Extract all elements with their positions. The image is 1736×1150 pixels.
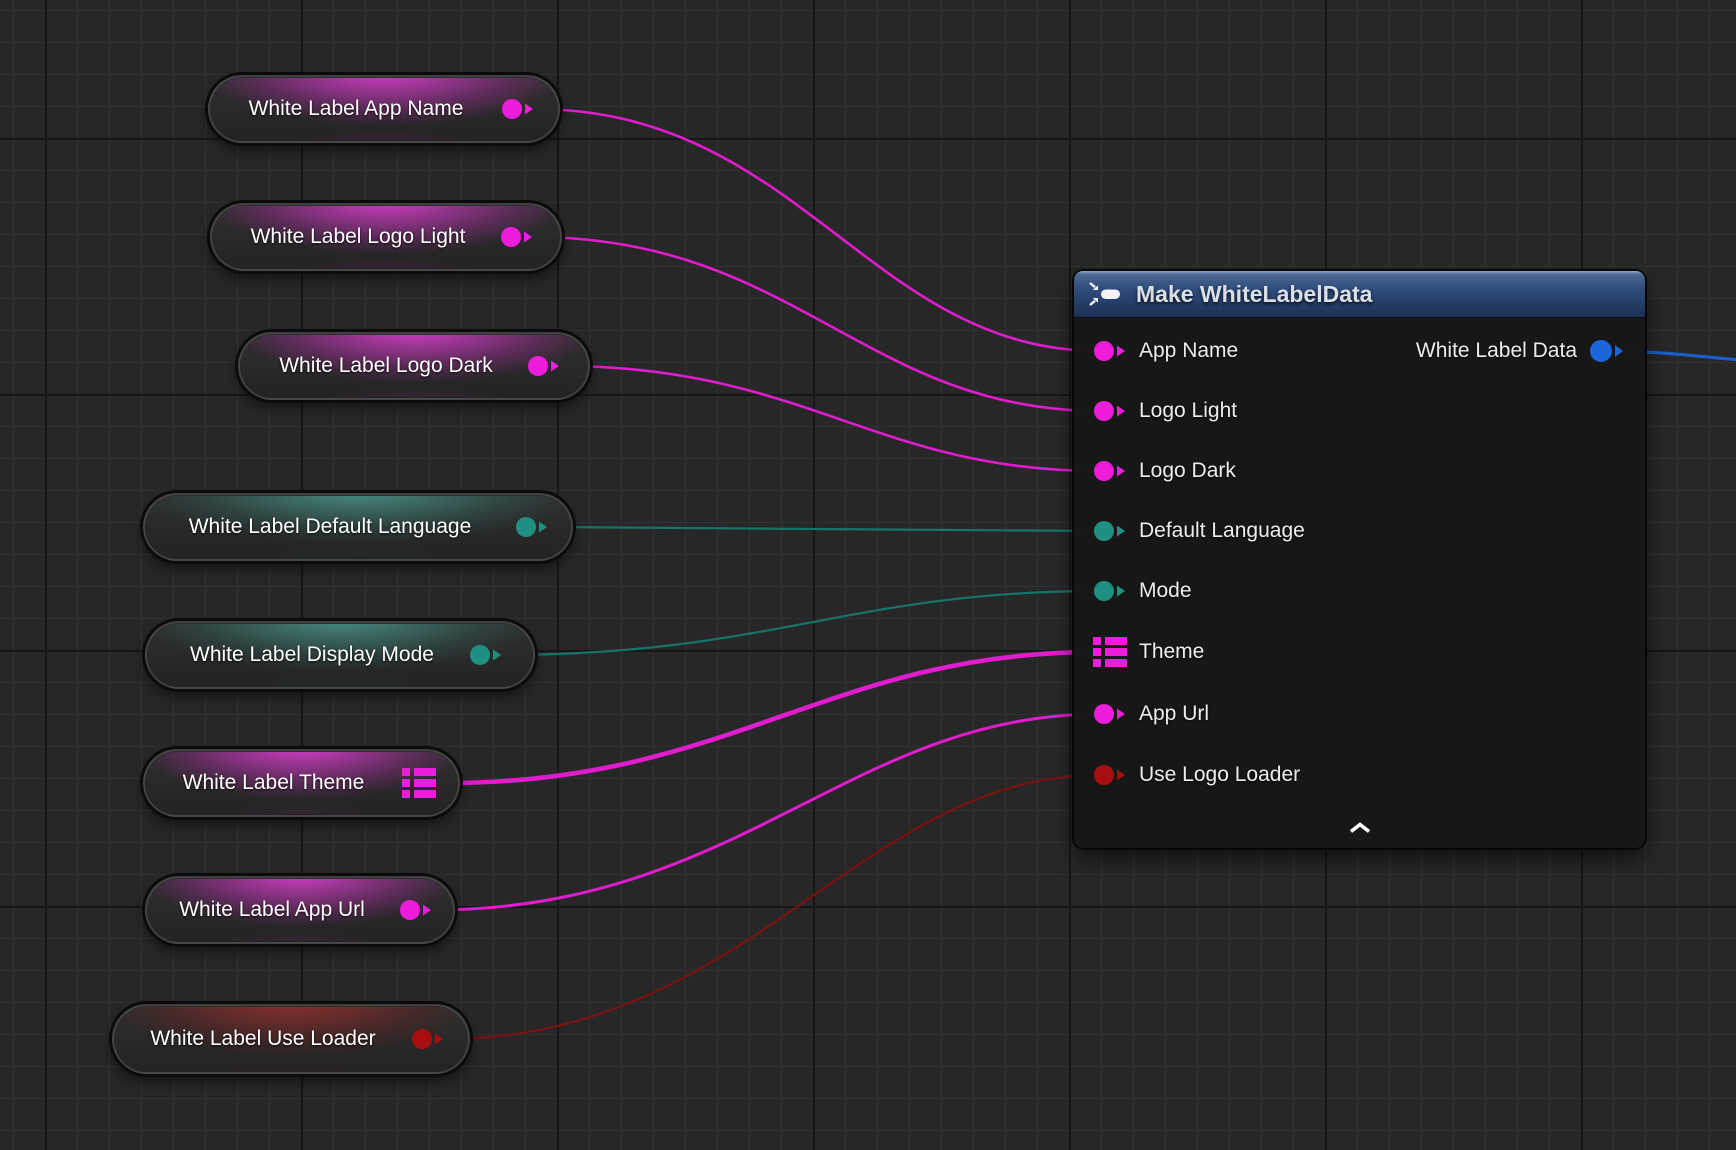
pin-label: Theme bbox=[1139, 640, 1204, 664]
variable-node-white-label-use-loader[interactable]: White Label Use Loader bbox=[112, 1004, 470, 1074]
wire-use-loader[interactable] bbox=[444, 775, 1100, 1039]
variable-node-label: White Label Theme bbox=[145, 751, 402, 815]
enum-input-pin-icon[interactable] bbox=[1093, 519, 1127, 543]
variable-node-label: White Label Logo Dark bbox=[240, 334, 532, 398]
chevron-up-icon bbox=[1348, 822, 1372, 834]
variable-node-white-label-app-url[interactable]: White Label App Url bbox=[145, 876, 455, 944]
pin-row-app-url[interactable]: App Url bbox=[1093, 696, 1209, 732]
pin-row-use-logo-loader[interactable]: Use Logo Loader bbox=[1093, 757, 1300, 793]
enum-output-pin-icon[interactable] bbox=[515, 515, 549, 539]
make-struct-icon bbox=[1088, 281, 1124, 307]
pin-row-theme[interactable]: Theme bbox=[1093, 634, 1204, 670]
pin-label: Logo Dark bbox=[1139, 459, 1236, 483]
variable-node-label: White Label App Url bbox=[147, 878, 397, 942]
pin-row-default-language[interactable]: Default Language bbox=[1093, 513, 1305, 549]
node-title: Make WhiteLabelData bbox=[1136, 281, 1372, 308]
variable-node-white-label-theme[interactable]: White Label Theme bbox=[143, 749, 460, 817]
variable-node-label: White Label Use Loader bbox=[114, 1006, 412, 1072]
string-input-pin-icon[interactable] bbox=[1093, 459, 1127, 483]
collapse-advanced-button[interactable] bbox=[1348, 822, 1372, 834]
make-whitelabeldata-node[interactable]: Make WhiteLabelData App Name Logo Light … bbox=[1074, 271, 1645, 848]
boolean-output-pin-icon[interactable] bbox=[411, 1027, 445, 1051]
variable-node-label: White Label Default Language bbox=[145, 495, 515, 559]
pin-label: Default Language bbox=[1139, 519, 1305, 543]
pin-label: App Url bbox=[1139, 702, 1209, 726]
struct-input-pin-icon[interactable] bbox=[1093, 636, 1127, 668]
blueprint-graph-canvas[interactable]: White Label App Name White Label Logo Li… bbox=[0, 0, 1736, 1150]
wire-display-mode[interactable] bbox=[502, 591, 1100, 655]
string-output-pin-icon[interactable] bbox=[500, 225, 534, 249]
pin-label: Logo Light bbox=[1139, 399, 1237, 423]
variable-node-white-label-logo-dark[interactable]: White Label Logo Dark bbox=[238, 332, 590, 400]
string-output-pin-icon[interactable] bbox=[527, 354, 561, 378]
variable-node-white-label-display-mode[interactable]: White Label Display Mode bbox=[145, 621, 535, 689]
string-input-pin-icon[interactable] bbox=[1093, 702, 1127, 726]
variable-node-white-label-default-language[interactable]: White Label Default Language bbox=[143, 493, 573, 561]
variable-node-white-label-logo-light[interactable]: White Label Logo Light bbox=[210, 203, 562, 271]
variable-node-label: White Label Display Mode bbox=[147, 623, 477, 687]
pin-row-logo-dark[interactable]: Logo Dark bbox=[1093, 453, 1236, 489]
enum-input-pin-icon[interactable] bbox=[1093, 579, 1127, 603]
pin-row-mode[interactable]: Mode bbox=[1093, 573, 1192, 609]
wire-app-name[interactable] bbox=[534, 109, 1100, 351]
struct-output-pin-icon[interactable] bbox=[402, 767, 436, 799]
string-output-pin-icon[interactable] bbox=[399, 898, 433, 922]
node-header[interactable]: Make WhiteLabelData bbox=[1074, 271, 1645, 318]
string-output-pin-icon[interactable] bbox=[501, 97, 535, 121]
pin-row-logo-light[interactable]: Logo Light bbox=[1093, 393, 1237, 429]
enum-output-pin-icon[interactable] bbox=[469, 643, 503, 667]
pin-label: White Label Data bbox=[1416, 339, 1577, 363]
wire-default-language[interactable] bbox=[549, 527, 1100, 531]
wire-theme[interactable] bbox=[447, 652, 1096, 783]
struct-output-pin-icon[interactable] bbox=[1589, 338, 1625, 364]
string-input-pin-icon[interactable] bbox=[1093, 399, 1127, 423]
pin-label: Mode bbox=[1139, 579, 1192, 603]
boolean-input-pin-icon[interactable] bbox=[1093, 763, 1127, 787]
variable-node-label: White Label App Name bbox=[210, 77, 502, 141]
pin-row-white-label-data[interactable]: White Label Data bbox=[1074, 333, 1625, 369]
wire-logo-light[interactable] bbox=[533, 237, 1100, 411]
wire-logo-dark[interactable] bbox=[560, 366, 1100, 471]
variable-node-label: White Label Logo Light bbox=[212, 205, 504, 269]
variable-node-white-label-app-name[interactable]: White Label App Name bbox=[208, 75, 560, 143]
wire-app-url[interactable] bbox=[432, 714, 1100, 910]
pin-label: Use Logo Loader bbox=[1139, 763, 1300, 787]
